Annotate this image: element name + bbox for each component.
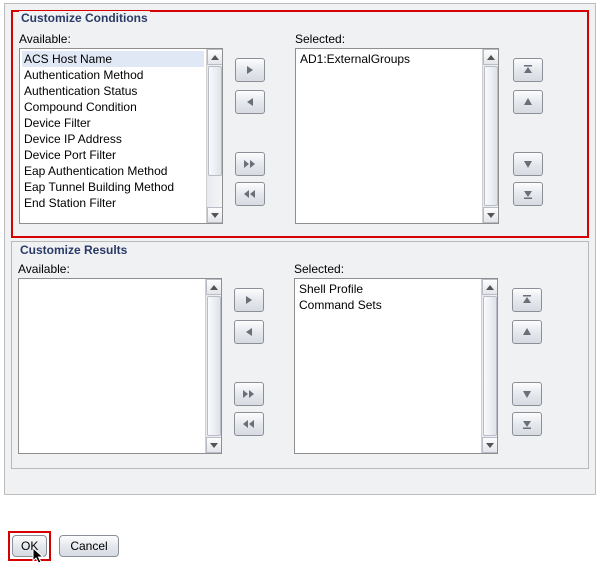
conditions-order-buttons: [511, 48, 551, 224]
list-item[interactable]: AD1:ExternalGroups: [298, 51, 480, 67]
results-selected-label: Selected:: [294, 262, 344, 276]
move-up-button[interactable]: [512, 320, 542, 344]
scroll-thumb[interactable]: [484, 66, 498, 206]
move-down-button[interactable]: [513, 152, 543, 176]
list-item[interactable]: Command Sets: [297, 297, 479, 313]
scrollbar[interactable]: [482, 49, 498, 223]
scroll-up-button[interactable]: [482, 279, 498, 295]
move-top-button[interactable]: [513, 58, 543, 82]
list-item[interactable]: Eap Authentication Method: [22, 163, 204, 179]
scroll-down-button[interactable]: [483, 207, 499, 223]
results-title: Customize Results: [18, 243, 129, 257]
conditions-title: Customize Conditions: [19, 11, 150, 25]
list-item[interactable]: ACS Host Name: [22, 51, 204, 67]
results-selected-listbox[interactable]: Shell ProfileCommand Sets: [294, 278, 498, 454]
list-item[interactable]: Eap Tunnel Building Method: [22, 179, 204, 195]
scrollbar[interactable]: [206, 49, 222, 223]
scroll-up-button[interactable]: [206, 279, 222, 295]
scroll-thumb[interactable]: [207, 296, 221, 436]
list-item[interactable]: Shell Profile: [297, 281, 479, 297]
ok-highlight: OK: [8, 531, 51, 561]
list-item[interactable]: Authentication Status: [22, 83, 204, 99]
customize-conditions-section: Customize Conditions Available: Selected…: [11, 10, 589, 238]
conditions-move-buttons: [233, 48, 273, 224]
move-bottom-button[interactable]: [513, 182, 543, 206]
move-right-button[interactable]: [234, 288, 264, 312]
move-down-button[interactable]: [512, 382, 542, 406]
list-item[interactable]: Device Port Filter: [22, 147, 204, 163]
conditions-available-listbox[interactable]: ACS Host NameAuthentication MethodAuthen…: [19, 48, 223, 224]
results-move-buttons: [232, 278, 272, 454]
conditions-selected-listbox[interactable]: AD1:ExternalGroups: [295, 48, 499, 224]
results-pick-area: Available: Selected: Shell ProfileComman…: [18, 262, 582, 462]
list-item[interactable]: End Station Filter: [22, 195, 204, 211]
list-item[interactable]: Device Filter: [22, 115, 204, 131]
list-item[interactable]: Device IP Address: [22, 131, 204, 147]
results-order-buttons: [510, 278, 550, 454]
cancel-button[interactable]: Cancel: [59, 535, 118, 557]
move-left-button[interactable]: [234, 320, 264, 344]
results-available-listbox[interactable]: [18, 278, 222, 454]
customize-panel: Customize Conditions Available: Selected…: [4, 3, 596, 495]
scroll-down-button[interactable]: [207, 207, 223, 223]
conditions-selected-label: Selected:: [295, 32, 345, 46]
move-bottom-button[interactable]: [512, 412, 542, 436]
scrollbar[interactable]: [205, 279, 221, 453]
list-item[interactable]: Authentication Method: [22, 67, 204, 83]
dialog-buttons: OK Cancel: [8, 531, 119, 561]
move-all-right-button[interactable]: [235, 152, 265, 176]
move-top-button[interactable]: [512, 288, 542, 312]
scroll-thumb[interactable]: [208, 66, 222, 176]
results-available-label: Available:: [18, 262, 70, 276]
move-all-right-button[interactable]: [234, 382, 264, 406]
move-all-left-button[interactable]: [235, 182, 265, 206]
conditions-available-label: Available:: [19, 32, 71, 46]
move-right-button[interactable]: [235, 58, 265, 82]
move-all-left-button[interactable]: [234, 412, 264, 436]
ok-button[interactable]: OK: [12, 535, 47, 557]
scroll-up-button[interactable]: [207, 49, 223, 65]
scroll-down-button[interactable]: [206, 437, 222, 453]
move-left-button[interactable]: [235, 90, 265, 114]
scroll-thumb[interactable]: [483, 296, 497, 436]
list-item[interactable]: Compound Condition: [22, 99, 204, 115]
move-up-button[interactable]: [513, 90, 543, 114]
conditions-pick-area: Available: Selected: ACS Host NameAuthen…: [19, 32, 583, 232]
scrollbar[interactable]: [481, 279, 497, 453]
customize-results-section: Customize Results Available: Selected: S…: [11, 241, 589, 469]
scroll-up-button[interactable]: [483, 49, 499, 65]
scroll-down-button[interactable]: [482, 437, 498, 453]
